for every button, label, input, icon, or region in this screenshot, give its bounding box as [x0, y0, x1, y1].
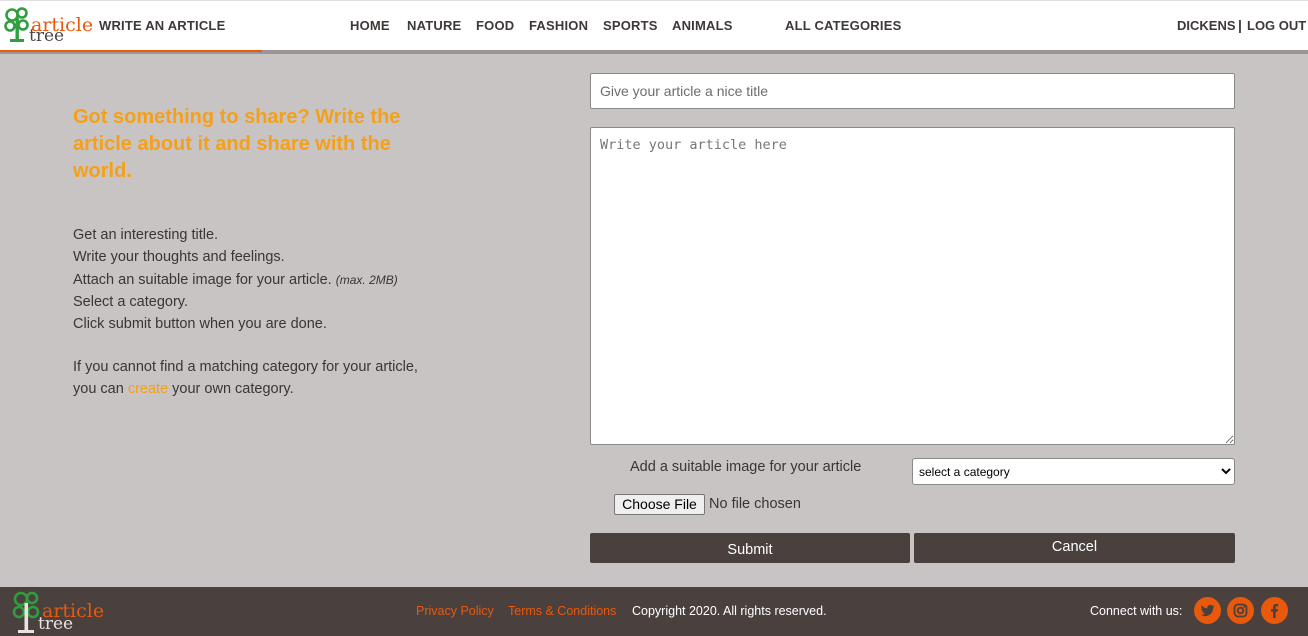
logout-link[interactable]: LOG OUT: [1247, 18, 1306, 33]
hint-line: you can create your own category.: [73, 378, 418, 400]
instruction-step: Attach an suitable image for your articl…: [73, 269, 398, 291]
instagram-icon[interactable]: [1227, 597, 1254, 624]
nav-animals[interactable]: ANIMALS: [672, 18, 733, 33]
file-status-text: No file chosen: [709, 496, 801, 512]
instruction-step: Write your thoughts and feelings.: [73, 249, 285, 266]
create-category-link[interactable]: create: [128, 381, 168, 397]
logo-text-tree: tree: [29, 26, 65, 46]
user-profile-link[interactable]: DICKENS: [1177, 18, 1236, 33]
nav-sports[interactable]: SPORTS: [603, 18, 658, 33]
facebook-icon[interactable]: [1261, 597, 1288, 624]
user-separator: |: [1238, 17, 1242, 33]
nav-fashion[interactable]: FASHION: [529, 18, 588, 33]
footer-logo[interactable]: article tree: [12, 590, 112, 634]
copyright-text: Copyright 2020. All rights reserved.: [632, 604, 827, 618]
header-accent-bar: [0, 50, 262, 52]
image-size-note: (max. 2MB): [335, 272, 398, 287]
category-select[interactable]: select a category: [912, 458, 1235, 485]
nav-food[interactable]: FOOD: [476, 18, 514, 33]
top-navbar: article tree WRITE AN ARTICLE HOME NATUR…: [0, 0, 1308, 50]
instruction-step: Click submit button when you are done.: [73, 316, 327, 333]
twitter-icon[interactable]: [1194, 597, 1221, 624]
cancel-button[interactable]: Cancel: [914, 533, 1235, 563]
page-headline: Got something to share? Write the articl…: [73, 106, 401, 182]
privacy-policy-link[interactable]: Privacy Policy: [416, 604, 494, 618]
hint-prefix: you can: [73, 381, 124, 398]
choose-file-button[interactable]: Choose File: [614, 494, 705, 515]
article-title-input[interactable]: [590, 73, 1235, 109]
instruction-step: Select a category.: [73, 293, 188, 310]
footer-logo-text-tree: tree: [38, 614, 74, 634]
image-upload-label: Add a suitable image for your article: [630, 459, 862, 475]
tree-logo-icon: [4, 7, 29, 42]
terms-link[interactable]: Terms & Conditions: [508, 604, 616, 618]
nav-all-categories[interactable]: ALL CATEGORIES: [785, 18, 901, 33]
create-category-hint: If you cannot find a matching category f…: [73, 356, 418, 401]
write-article-link[interactable]: WRITE AN ARTICLE: [99, 18, 225, 33]
hint-line: If you cannot find a matching category f…: [73, 359, 418, 375]
hint-suffix: your own category.: [172, 381, 294, 398]
site-logo[interactable]: article tree: [4, 6, 93, 46]
instructions-list: Get an interesting title. Write your tho…: [73, 224, 398, 335]
nav-home[interactable]: HOME: [350, 18, 390, 33]
instruction-step-text: Attach an suitable image for your articl…: [73, 271, 332, 288]
instruction-step: Get an interesting title.: [73, 227, 219, 243]
connect-label: Connect with us:: [1090, 604, 1183, 618]
submit-button[interactable]: Submit: [590, 533, 910, 563]
footer: article tree Privacy Policy Terms & Cond…: [0, 587, 1308, 636]
nav-nature[interactable]: NATURE: [407, 18, 461, 33]
article-body-textarea[interactable]: [590, 127, 1235, 445]
